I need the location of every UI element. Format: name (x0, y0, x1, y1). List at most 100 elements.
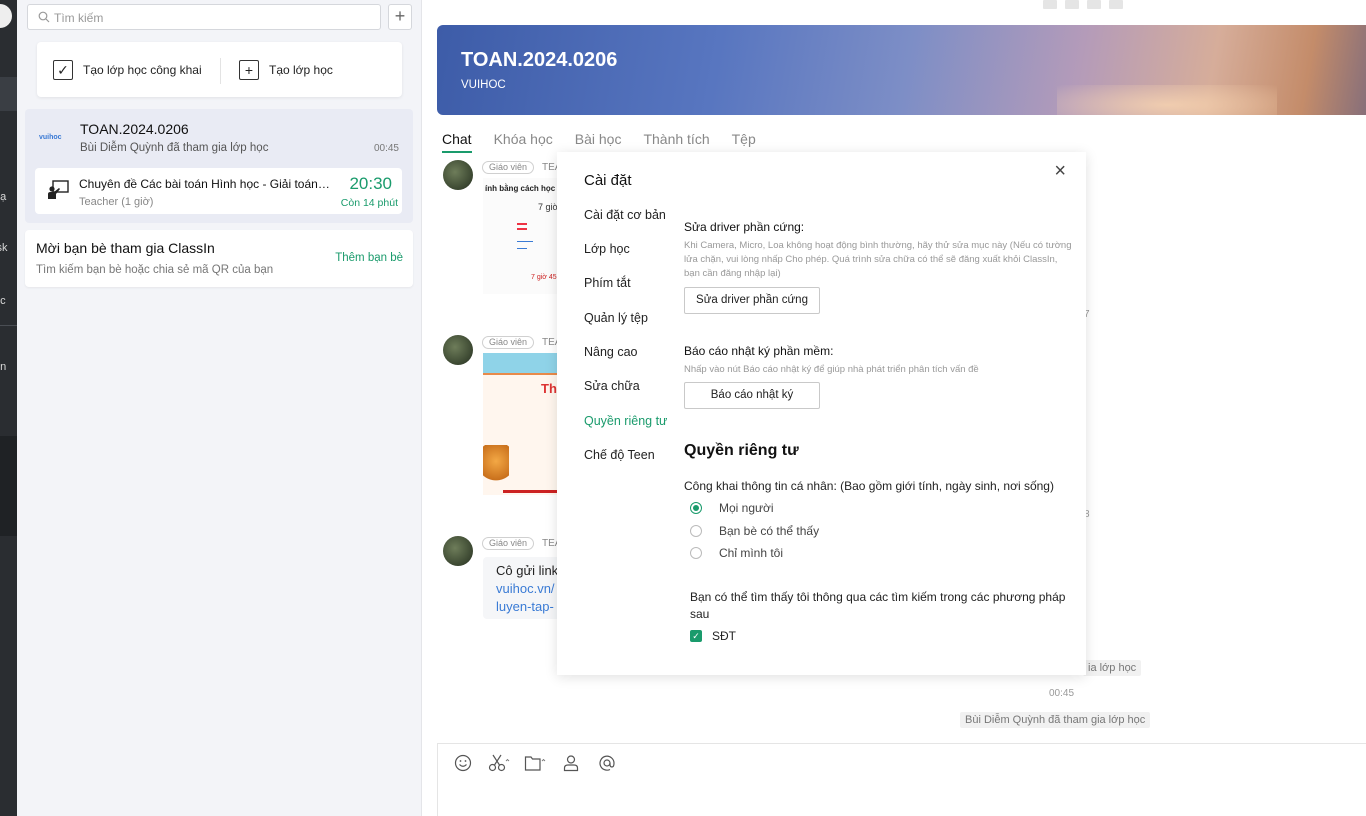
banner-org: VUIHOC (461, 79, 506, 91)
radio-selected-icon (690, 502, 702, 514)
repair-driver-button[interactable]: Sửa driver phần cứng (684, 287, 820, 314)
image-message[interactable]: ính bằng cách học 7 giờ 7 giờ 45 (483, 178, 563, 294)
settings-nav-files[interactable]: Quản lý tệp (584, 311, 648, 325)
emoji-icon[interactable] (452, 754, 474, 772)
report-log-button[interactable]: Báo cáo nhật ký (684, 382, 820, 409)
log-report-description: Nhấp vào nút Báo cáo nhật ký để giúp nhà… (684, 364, 979, 375)
app-rail: n o bạ isk ọc en (0, 0, 17, 816)
tab-lessons[interactable]: Bài học (575, 131, 622, 153)
class-list-panel: Tìm kiếm + ✓ Tạo lớp học công khai + Tạo… (17, 0, 422, 816)
composer-toolbar (452, 754, 618, 772)
phone-search-checkbox[interactable]: ✓ SĐT (690, 628, 736, 644)
rail-lower-block (0, 436, 17, 536)
lesson-teacher: Teacher (1 giờ) (79, 196, 154, 208)
lesson-start-time: 20:30 (349, 174, 392, 193)
invite-friends-card[interactable]: Mời bạn bè tham gia ClassIn Tìm kiếm bạn… (25, 230, 413, 287)
lesson-card[interactable]: Chuyên đề Các bài toán Hình học - Giải t… (35, 168, 402, 214)
mention-icon[interactable] (596, 754, 618, 772)
tiger-mascot-image (483, 445, 509, 485)
thumb-heading: Th (541, 381, 557, 396)
message-composer[interactable] (437, 743, 1366, 816)
lesson-title: Chuyên đề Các bài toán Hình học - Giải t… (79, 177, 331, 191)
search-input[interactable]: Tìm kiếm (27, 4, 381, 30)
thumb-time: 7 giờ 45 (531, 274, 557, 281)
thumb-line (503, 490, 563, 493)
thumb-heading: ính bằng cách học (485, 184, 556, 193)
banner-title: TOAN.2024.0206 (461, 49, 618, 71)
screen-icon[interactable] (1087, 0, 1101, 9)
tab-files[interactable]: Tệp (732, 131, 756, 153)
avatar[interactable] (443, 160, 473, 190)
message-link[interactable]: luyen-tap- (496, 599, 554, 614)
plus-icon: + (239, 60, 259, 80)
folder-icon[interactable] (524, 754, 546, 772)
user-icon[interactable] (560, 754, 582, 772)
rail-item-2[interactable]: o (0, 128, 17, 162)
radio-only-me[interactable]: Chỉ mình tôi (690, 545, 783, 561)
message-link[interactable]: vuihoc.vn/ (496, 581, 555, 596)
add-friends-link[interactable]: Thêm bạn bè (335, 252, 403, 264)
user-avatar[interactable] (0, 4, 12, 28)
layout-icon[interactable] (1043, 0, 1057, 9)
tab-courses[interactable]: Khóa học (494, 131, 553, 153)
thumb-line (483, 373, 563, 375)
settings-nav-basic[interactable]: Cài đặt cơ bản (584, 208, 666, 222)
search-placeholder: Tìm kiếm (54, 11, 104, 25)
teacher-badge: Giáo viên (482, 336, 535, 349)
radio-label: Chỉ mình tôi (719, 546, 784, 560)
chevron-down-icon[interactable] (1109, 0, 1123, 9)
tab-chat[interactable]: Chat (442, 131, 472, 153)
settings-nav-repair[interactable]: Sửa chữa (584, 379, 640, 393)
thumb-mark (517, 241, 533, 242)
class-name: TOAN.2024.0206 (80, 121, 189, 137)
driver-repair-description: Khi Camera, Micro, Loa không hoạt động b… (684, 240, 1072, 279)
add-button[interactable]: + (388, 4, 412, 30)
search-method-label: Bạn có thể tìm thấy tôi thông qua các tì… (690, 590, 1066, 621)
settings-nav-classroom[interactable]: Lớp học (584, 242, 630, 256)
thumb-mark (517, 228, 527, 230)
avatar[interactable] (443, 335, 473, 365)
shrink-icon[interactable] (1065, 0, 1079, 9)
lesson-countdown: Còn 14 phút (340, 197, 398, 209)
rail-item-5[interactable]: ọc (0, 284, 17, 318)
system-time: 00:45 (1049, 688, 1075, 699)
thumb-sky (483, 353, 563, 373)
invite-title: Mời bạn bè tham gia ClassIn (36, 240, 215, 256)
radio-everyone[interactable]: Mọi người (690, 500, 774, 516)
privacy-heading: Quyền riêng tư (684, 442, 799, 459)
thumb-mark (517, 223, 527, 225)
system-note: ia lớp học (1083, 660, 1142, 676)
avatar[interactable] (443, 536, 473, 566)
checkmark-icon: ✓ (690, 630, 702, 642)
rail-item-3[interactable]: bạ (0, 180, 17, 214)
tab-achievements[interactable]: Thành tích (643, 131, 709, 153)
create-class-card: ✓ Tạo lớp học công khai + Tạo lớp học (37, 42, 402, 97)
settings-nav-shortcuts[interactable]: Phím tắt (584, 276, 631, 290)
window-toolbar (1043, 0, 1133, 11)
create-class-button[interactable]: + Tạo lớp học (239, 59, 333, 81)
banner-glow (1057, 85, 1277, 115)
teacher-board-icon (48, 180, 69, 199)
scissors-icon[interactable] (488, 754, 510, 772)
rail-divider (0, 325, 17, 326)
log-report-title: Báo cáo nhật ký phần mềm: (684, 344, 834, 358)
rail-item-4[interactable]: isk (0, 231, 17, 265)
class-logo: vuihoc (39, 134, 62, 141)
create-public-class-button[interactable]: ✓ Tạo lớp học công khai (53, 59, 202, 81)
settings-nav-privacy[interactable]: Quyền riêng tư (584, 414, 667, 428)
rail-item-6[interactable]: en (0, 350, 17, 384)
rail-item-1[interactable]: n (0, 77, 17, 111)
settings-nav-advanced[interactable]: Nâng cao (584, 345, 638, 359)
image-message[interactable]: Th (483, 353, 563, 495)
search-icon (38, 11, 50, 23)
checkbox-icon: ✓ (53, 60, 73, 80)
radio-friends[interactable]: Bạn bè có thể thấy (690, 523, 819, 539)
text-message[interactable]: Cô gửi link vuihoc.vn/ luyen-tap- (483, 557, 563, 619)
close-icon[interactable]: × (1054, 160, 1066, 183)
class-list-item[interactable]: vuihoc TOAN.2024.0206 Bùi Diễm Quỳnh đã … (25, 109, 413, 223)
radio-label: Bạn bè có thể thấy (719, 524, 820, 538)
radio-label: Mọi người (719, 501, 774, 515)
create-divider (220, 58, 221, 84)
settings-nav-teen-mode[interactable]: Chế độ Teen (584, 448, 655, 462)
thumb-mark (517, 248, 527, 249)
